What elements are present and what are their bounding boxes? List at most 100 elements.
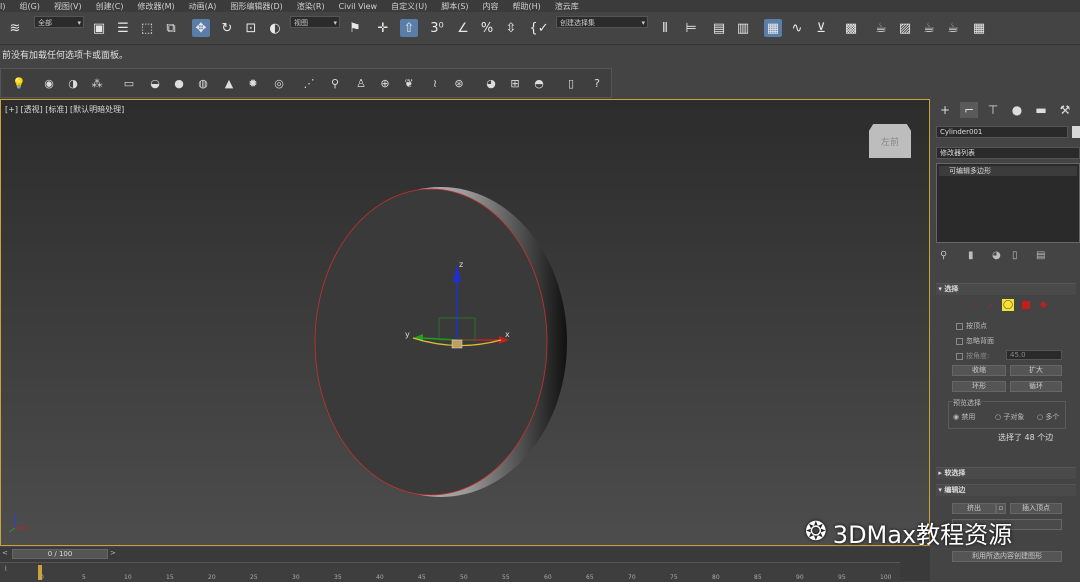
menu-item-7[interactable]: 渲染(R): [297, 1, 325, 12]
pot-icon[interactable]: ◍: [195, 75, 211, 91]
vr-light-icon[interactable]: ◓: [531, 75, 547, 91]
curve-editor-icon[interactable]: ∿: [788, 19, 806, 37]
camera-icon[interactable]: ◉: [41, 75, 57, 91]
menu-item-6[interactable]: 图形编辑器(D): [230, 1, 282, 12]
sphere-icon[interactable]: ◑: [65, 75, 81, 91]
ring-button[interactable]: 环形: [952, 381, 1006, 392]
spinner-snap-icon[interactable]: ⇳: [502, 19, 520, 37]
angle-value-input[interactable]: 45.0: [1006, 350, 1062, 360]
loop-button[interactable]: 循环: [1010, 381, 1062, 392]
proxy-icon[interactable]: ⊛: [451, 75, 467, 91]
disk-icon[interactable]: ●: [171, 75, 187, 91]
shrink-button[interactable]: 收缩: [952, 365, 1006, 376]
object-color-swatch[interactable]: [1072, 126, 1080, 138]
edit-named-sets-icon[interactable]: {✓: [529, 19, 548, 37]
dope-sheet-icon[interactable]: ⊻: [812, 19, 830, 37]
soft-selection-rollout-header[interactable]: ▸ 软选择: [936, 467, 1076, 479]
keyboard-shortcut-icon[interactable]: ⇧: [400, 19, 418, 37]
box-icon[interactable]: ▭: [121, 75, 137, 91]
reference-coord-select[interactable]: 视图: [290, 16, 340, 29]
rotate-icon[interactable]: ↻: [218, 19, 236, 37]
utilities-tab-icon[interactable]: ⚒: [1056, 102, 1074, 118]
select-by-name-icon[interactable]: ☰: [114, 19, 132, 37]
tracks-icon[interactable]: ⌇: [4, 565, 7, 573]
edge-level-icon[interactable]: ⟋: [988, 301, 994, 311]
pin-stack-icon[interactable]: ⚲: [940, 250, 947, 261]
subobject-radio[interactable]: ○ 子对象: [995, 412, 1024, 422]
create-tab-icon[interactable]: +: [936, 102, 954, 118]
remove-modifier-icon[interactable]: ▯: [1012, 250, 1018, 261]
render-iterative-icon[interactable]: ☕: [944, 19, 962, 37]
ring-object[interactable]: [314, 187, 567, 497]
time-slider[interactable]: 0 / 100: [12, 549, 108, 559]
sphere-light-icon[interactable]: ◎: [271, 75, 287, 91]
hierarchy-tab-icon[interactable]: ⊤: [984, 102, 1002, 118]
sun-icon[interactable]: ✹: [245, 75, 261, 91]
menu-item-0[interactable]: I): [0, 2, 5, 11]
scene-explorer-icon[interactable]: ▦: [764, 19, 782, 37]
ignore-backfacing-checkbox[interactable]: 忽略背面: [956, 336, 994, 346]
by-angle-checkbox[interactable]: 按角度:: [956, 351, 989, 361]
grid-icon[interactable]: ⋰: [301, 75, 317, 91]
globe-icon[interactable]: ⊕: [377, 75, 393, 91]
helper-icon[interactable]: ⚲: [327, 75, 343, 91]
timeline-prev-icon[interactable]: <: [2, 549, 8, 557]
render-icon[interactable]: ☕: [920, 19, 938, 37]
dome-icon[interactable]: ◒: [147, 75, 163, 91]
element-level-icon[interactable]: ◆: [1040, 300, 1047, 310]
align-icon[interactable]: ⊨: [682, 19, 700, 37]
menu-item-8[interactable]: Civil View: [339, 2, 378, 11]
render-frame-icon[interactable]: ▨: [896, 19, 914, 37]
menu-item-13[interactable]: 渲云库: [555, 1, 579, 12]
render-cloud-icon[interactable]: ▦: [970, 19, 988, 37]
menu-item-11[interactable]: 内容: [483, 1, 499, 12]
vr-sphere-icon[interactable]: ◕: [483, 75, 499, 91]
snap-toggle-icon[interactable]: 3⁰: [428, 19, 446, 37]
rect-selection-icon[interactable]: ⬚: [138, 19, 156, 37]
multi-radio[interactable]: ○ 多个: [1037, 412, 1059, 422]
menu-item-5[interactable]: 动画(A): [189, 1, 217, 12]
select-object-icon[interactable]: ▣: [90, 19, 108, 37]
make-unique-icon[interactable]: ◕: [992, 250, 1001, 261]
select-manipulate-icon[interactable]: ✛: [374, 19, 392, 37]
light-icon[interactable]: 💡: [11, 75, 27, 91]
create-shape-button[interactable]: 利用所选内容创建图形: [952, 551, 1062, 562]
perspective-viewport[interactable]: [+] [透视] [标准] [默认明暗处理] 左前 x y z: [0, 99, 930, 546]
scale-icon[interactable]: ⊡: [242, 19, 260, 37]
percent-snap-icon[interactable]: %: [478, 19, 496, 37]
selection-filter-select[interactable]: 全部: [34, 16, 84, 29]
menu-item-9[interactable]: 自定义(U): [391, 1, 427, 12]
vertex-level-icon[interactable]: ∴: [972, 301, 977, 310]
vr-settings-icon[interactable]: ▯: [563, 75, 579, 91]
border-level-icon[interactable]: ◯: [1002, 299, 1014, 311]
display-tab-icon[interactable]: ▬: [1032, 102, 1050, 118]
track-bar[interactable]: ⌇ 0 5 10 15 20 25 30 35 40 45 50 55 60 65 70 75 80 85 90 95…: [0, 562, 900, 582]
particle-icon[interactable]: ⁂: [89, 75, 105, 91]
fur-icon[interactable]: ≀: [427, 75, 443, 91]
cone-icon[interactable]: ▲: [221, 75, 237, 91]
menu-item-2[interactable]: 视图(V): [54, 1, 82, 12]
menu-item-1[interactable]: 组(G): [19, 1, 39, 12]
configure-sets-icon[interactable]: ▤: [1036, 250, 1045, 261]
edit-edges-rollout-header[interactable]: ▾ 编辑边: [936, 484, 1076, 496]
pivot-icon[interactable]: ⚑: [346, 19, 364, 37]
mirror-icon[interactable]: ⫴: [656, 19, 674, 37]
help-icon[interactable]: ?: [589, 75, 605, 91]
polygon-level-icon[interactable]: [1022, 301, 1030, 309]
move-icon[interactable]: ✥: [192, 19, 210, 37]
undo-icon[interactable]: ≋: [6, 19, 24, 37]
menu-item-10[interactable]: 脚本(S): [441, 1, 468, 12]
placement-icon[interactable]: ◐: [266, 19, 284, 37]
selection-rollout-header[interactable]: ▾ 选择: [936, 283, 1076, 295]
character-icon[interactable]: ♙: [353, 75, 369, 91]
render-setup-icon[interactable]: ☕: [872, 19, 890, 37]
object-name-field[interactable]: Cylinder001: [936, 126, 1068, 138]
angle-snap-icon[interactable]: ∠: [454, 19, 472, 37]
window-crossing-icon[interactable]: ⧉: [162, 19, 180, 37]
show-end-result-icon[interactable]: ▮: [968, 250, 974, 261]
menu-item-3[interactable]: 创建(C): [96, 1, 124, 12]
disable-radio[interactable]: ◉ 禁用: [953, 412, 975, 422]
modify-tab-icon[interactable]: ⌐: [960, 102, 978, 118]
named-selection-select[interactable]: 创建选择集: [556, 16, 648, 29]
menu-item-12[interactable]: 帮助(H): [513, 1, 541, 12]
